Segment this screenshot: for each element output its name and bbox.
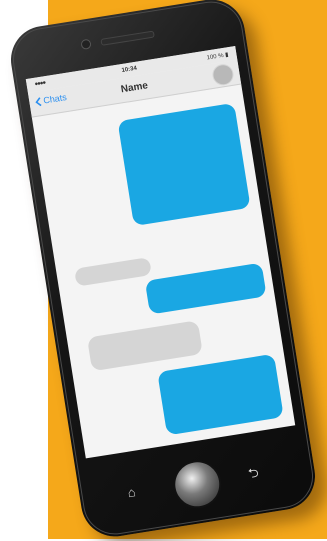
incoming-message-bubble[interactable]: [86, 320, 203, 372]
status-time: 10:34: [121, 65, 138, 75]
outgoing-message-bubble[interactable]: [117, 102, 251, 227]
outgoing-message-bubble[interactable]: [144, 262, 267, 315]
battery-indicator: 100 % ▮: [206, 52, 229, 62]
outgoing-message-bubble[interactable]: [157, 353, 284, 436]
incoming-message-bubble[interactable]: [74, 257, 152, 287]
signal-indicator: ●●●●: [34, 80, 46, 88]
return-icon[interactable]: ⮌: [247, 465, 260, 481]
